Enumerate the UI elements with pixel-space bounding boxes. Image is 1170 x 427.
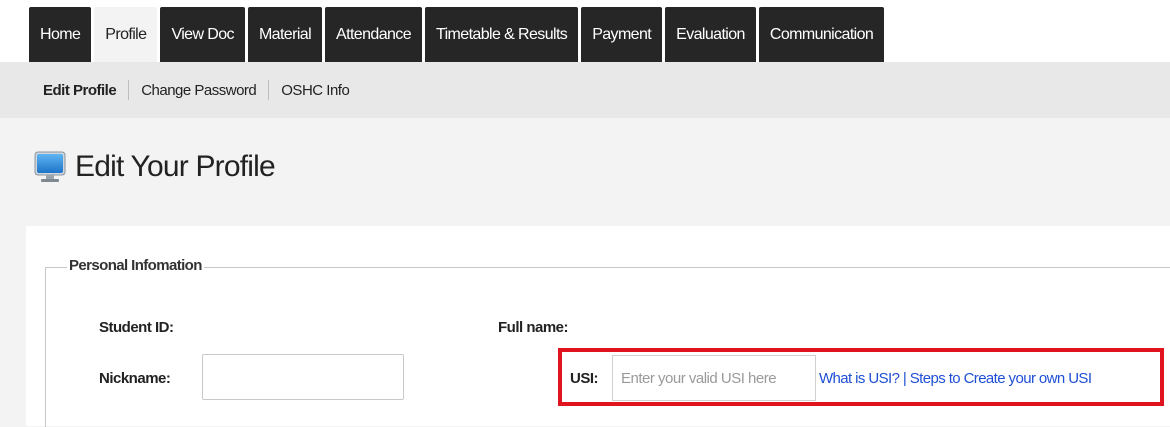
tab-home[interactable]: Home xyxy=(29,7,92,62)
tab-profile[interactable]: Profile xyxy=(94,7,158,62)
page-heading: Edit Your Profile xyxy=(34,150,276,184)
subnav-divider xyxy=(128,80,130,100)
section-title: Personal Infomation xyxy=(67,257,204,274)
what-is-usi-link[interactable]: What is USI? xyxy=(819,370,900,387)
nickname-label: Nickname: xyxy=(99,370,171,387)
tab-view-doc[interactable]: View Doc xyxy=(160,7,245,62)
subnav-divider xyxy=(268,80,270,100)
subnav-change-password[interactable]: Change Password xyxy=(141,82,257,99)
usi-input[interactable] xyxy=(612,355,816,401)
tab-material[interactable]: Material xyxy=(247,7,323,62)
link-separator: | xyxy=(899,370,910,387)
tab-timetable-results[interactable]: Timetable & Results xyxy=(425,7,579,62)
subnav-oshc-info[interactable]: OSHC Info xyxy=(281,82,350,99)
tab-attendance[interactable]: Attendance xyxy=(325,7,423,62)
top-navigation: Home Profile View Doc Material Attendanc… xyxy=(0,0,1170,62)
page-title: Edit Your Profile xyxy=(75,150,276,183)
nickname-input[interactable] xyxy=(202,354,404,400)
monitor-icon xyxy=(34,151,66,182)
tab-evaluation[interactable]: Evaluation xyxy=(665,7,756,62)
full-name-label: Full name: xyxy=(498,319,569,336)
subnav-items: Edit Profile Change Password OSHC Info xyxy=(43,62,350,118)
usi-help-links: What is USI? | Steps to Create your own … xyxy=(819,370,1092,387)
student-id-label: Student ID: xyxy=(99,319,174,336)
profile-form-panel: Personal Infomation Student ID: Full nam… xyxy=(26,226,1170,427)
main-tabs: Home Profile View Doc Material Attendanc… xyxy=(29,7,887,62)
tab-payment[interactable]: Payment xyxy=(581,7,663,62)
steps-create-usi-link[interactable]: Steps to Create your own USI xyxy=(910,370,1092,387)
sub-navigation: Edit Profile Change Password OSHC Info xyxy=(0,62,1170,118)
subnav-edit-profile[interactable]: Edit Profile xyxy=(43,82,117,99)
usi-label: USI: xyxy=(570,370,599,387)
tab-communication[interactable]: Communication xyxy=(758,7,885,62)
